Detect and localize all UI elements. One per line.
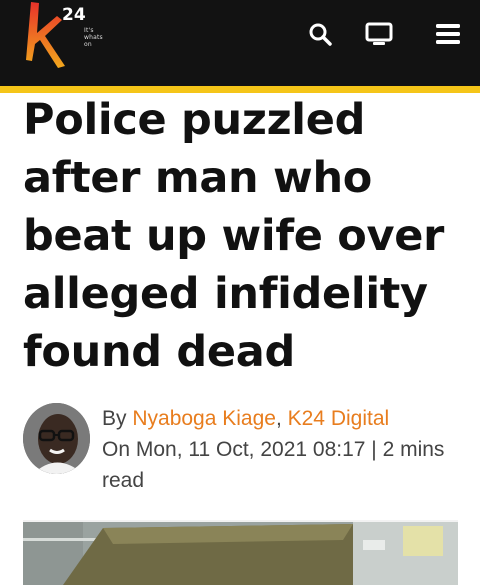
search-icon — [309, 23, 332, 46]
article-meta: By Nyaboga Kiage, K24 Digital On Mon, 11… — [102, 403, 458, 496]
k24-logo[interactable]: 24 It's whats on — [22, 0, 112, 74]
author-photo — [23, 403, 90, 474]
author-link[interactable]: Nyaboga Kiage — [132, 407, 276, 430]
publish-date: On Mon, 11 Oct, 2021 08:17 | 2 mins read — [102, 438, 445, 492]
tv-icon — [365, 22, 393, 45]
menu-button[interactable] — [429, 17, 467, 51]
author-avatar[interactable] — [23, 403, 90, 474]
byline-separator: , — [275, 407, 288, 430]
outlet-link[interactable]: K24 Digital — [288, 407, 390, 430]
site-header: 24 It's whats on — [0, 0, 480, 86]
byline-prefix: By — [102, 407, 133, 430]
menu-icon — [436, 24, 460, 44]
article-byline: By Nyaboga Kiage, K24 Digital On Mon, 11… — [23, 403, 463, 503]
search-button[interactable] — [301, 17, 339, 51]
article-title: Police puzzled after man who beat up wif… — [23, 95, 444, 377]
live-tv-button[interactable] — [360, 17, 398, 51]
hero-photo — [23, 520, 458, 585]
logo-number: 24 — [62, 5, 86, 25]
logo-tagline: It's whats on — [84, 27, 103, 48]
article-hero-image — [23, 520, 458, 585]
